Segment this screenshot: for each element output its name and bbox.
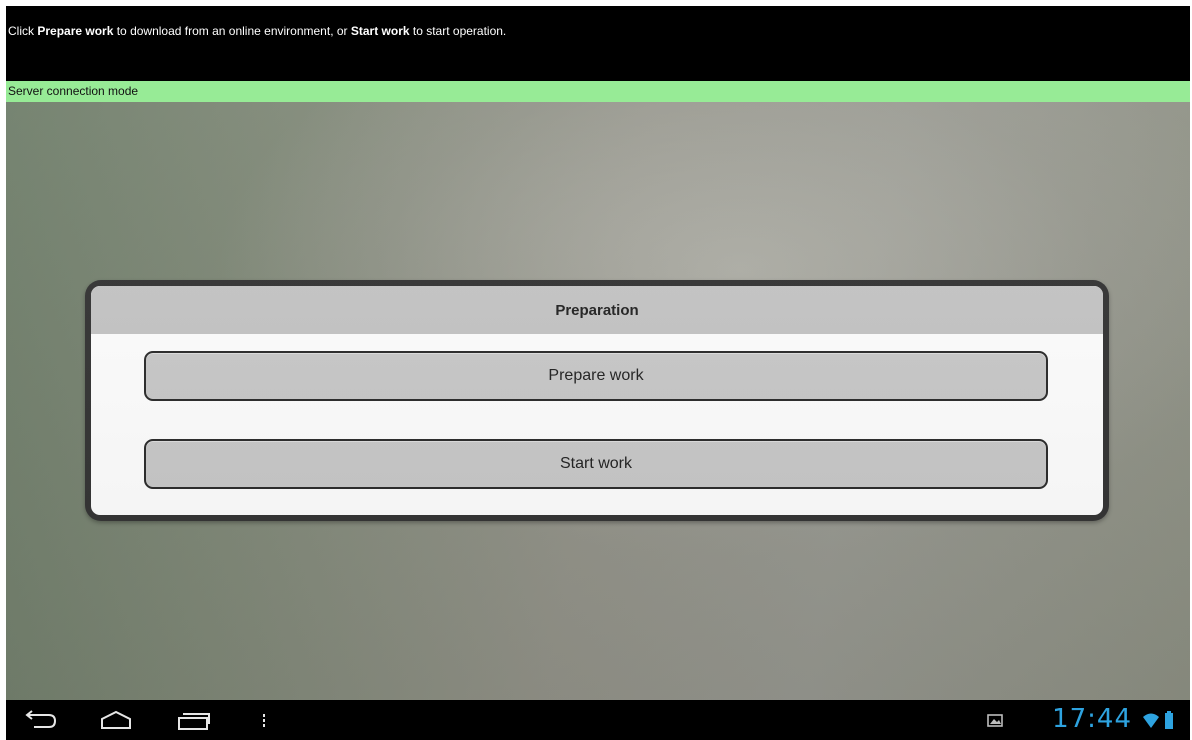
camera-background: Preparation Prepare work Start work	[6, 102, 1190, 700]
instruction-start-keyword: Start work	[350, 24, 410, 38]
dialog-body: Preparation Prepare work Start work	[91, 286, 1103, 515]
clock-time: 17:44	[1052, 704, 1132, 734]
back-icon[interactable]	[22, 708, 60, 732]
preparation-dialog: Preparation Prepare work Start work	[85, 280, 1109, 521]
device-screen: Click Prepare work to download from an o…	[6, 6, 1190, 740]
instruction-bar: Click Prepare work to download from an o…	[6, 6, 1190, 81]
instruction-prefix: Click	[8, 24, 38, 38]
home-icon[interactable]	[98, 708, 134, 732]
menu-icon[interactable]	[258, 708, 270, 732]
gallery-notification-icon	[987, 714, 1003, 727]
connection-mode-bar: Server connection mode	[6, 81, 1190, 102]
recent-apps-icon[interactable]	[176, 708, 212, 732]
start-work-button[interactable]: Start work	[144, 439, 1048, 489]
connection-mode-label: Server connection mode	[8, 84, 139, 98]
dialog-title: Preparation	[91, 286, 1103, 334]
instruction-middle: to download from an online environment, …	[113, 24, 351, 38]
system-nav-bar: 17:44	[6, 700, 1190, 740]
prepare-work-button[interactable]: Prepare work	[144, 351, 1048, 401]
battery-icon	[1165, 711, 1173, 729]
instruction-prepare-keyword: Prepare work	[37, 24, 114, 38]
wifi-icon	[1143, 713, 1159, 728]
instruction-suffix: to start operation.	[409, 24, 507, 38]
